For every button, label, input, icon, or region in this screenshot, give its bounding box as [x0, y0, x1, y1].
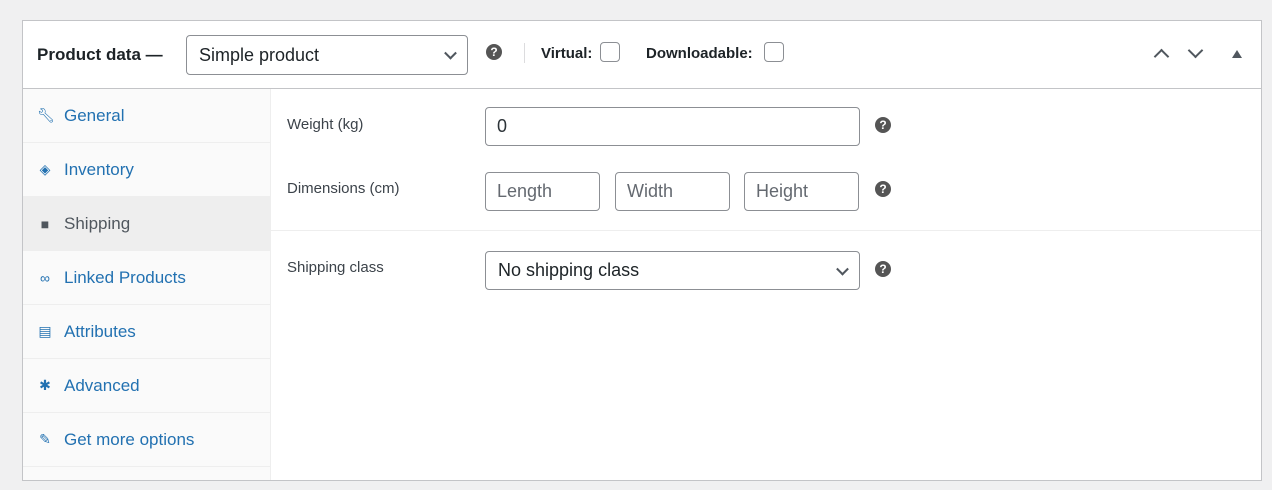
- tab-label: Linked Products: [64, 267, 186, 287]
- length-input[interactable]: Length: [485, 172, 600, 211]
- help-icon[interactable]: ?: [875, 117, 891, 133]
- tab-label: Attributes: [64, 321, 136, 341]
- help-icon[interactable]: ?: [486, 44, 502, 60]
- gear-icon: ✱: [39, 377, 51, 393]
- list-icon: ▤: [38, 323, 52, 339]
- move-down-icon[interactable]: [1187, 42, 1204, 59]
- chevron-down-icon: [444, 46, 457, 60]
- tab-advanced[interactable]: ✱ Advanced: [23, 359, 270, 413]
- tab-attributes[interactable]: ▤ Attributes: [23, 305, 270, 359]
- link-icon: ∞: [40, 269, 50, 286]
- shipping-class-value: No shipping class: [498, 260, 640, 280]
- move-up-icon[interactable]: [1153, 48, 1170, 65]
- dimensions-label: Dimensions (cm): [287, 180, 400, 197]
- virtual-checkbox[interactable]: [600, 42, 620, 62]
- weight-value: 0: [497, 116, 508, 136]
- tab-label: Advanced: [64, 375, 140, 395]
- plugin-icon: ✎: [39, 431, 51, 447]
- product-type-select[interactable]: Simple product: [186, 35, 468, 75]
- product-data-tabs: 🔧︎ General ◈ Inventory ■ Shipping ∞ Linked P…: [23, 89, 271, 480]
- help-icon[interactable]: ?: [875, 261, 891, 277]
- tab-label: Inventory: [64, 159, 134, 179]
- tab-label: General: [64, 105, 125, 125]
- collapse-toggle-icon[interactable]: [1232, 50, 1242, 58]
- panel-header: Product data — Simple product ? Virtual:…: [23, 21, 1261, 89]
- tag-icon: ◈: [39, 161, 51, 177]
- tab-label: Shipping: [64, 213, 131, 233]
- weight-input[interactable]: 0: [485, 107, 860, 146]
- width-input[interactable]: Width: [615, 172, 730, 211]
- virtual-label: Virtual:: [541, 45, 593, 62]
- tab-label: Get more options: [64, 429, 195, 449]
- downloadable-checkbox[interactable]: [764, 42, 784, 62]
- tab-shipping[interactable]: ■ Shipping: [23, 197, 270, 251]
- help-icon[interactable]: ?: [875, 181, 891, 197]
- chevron-down-icon: [836, 262, 849, 276]
- downloadable-label: Downloadable:: [646, 45, 753, 62]
- product-data-panel: Product data — Simple product ? Virtual:…: [22, 20, 1262, 481]
- truck-icon: ■: [40, 215, 50, 232]
- shipping-class-select[interactable]: No shipping class: [485, 251, 860, 290]
- tab-linked-products[interactable]: ∞ Linked Products: [23, 251, 270, 305]
- panel-title: Product data —: [37, 44, 163, 64]
- section-divider: [271, 230, 1261, 231]
- shipping-class-label: Shipping class: [287, 259, 384, 276]
- length-placeholder: Length: [497, 181, 553, 201]
- divider: [524, 43, 525, 63]
- wrench-icon: 🔧︎: [37, 107, 55, 123]
- height-placeholder: Height: [756, 181, 809, 201]
- weight-label: Weight (kg): [287, 116, 364, 133]
- tab-get-more-options[interactable]: ✎ Get more options: [23, 413, 270, 467]
- tab-inventory[interactable]: ◈ Inventory: [23, 143, 270, 197]
- product-type-value: Simple product: [199, 44, 320, 65]
- width-placeholder: Width: [627, 181, 674, 201]
- tab-general[interactable]: 🔧︎ General: [23, 89, 270, 143]
- height-input[interactable]: Height: [744, 172, 859, 211]
